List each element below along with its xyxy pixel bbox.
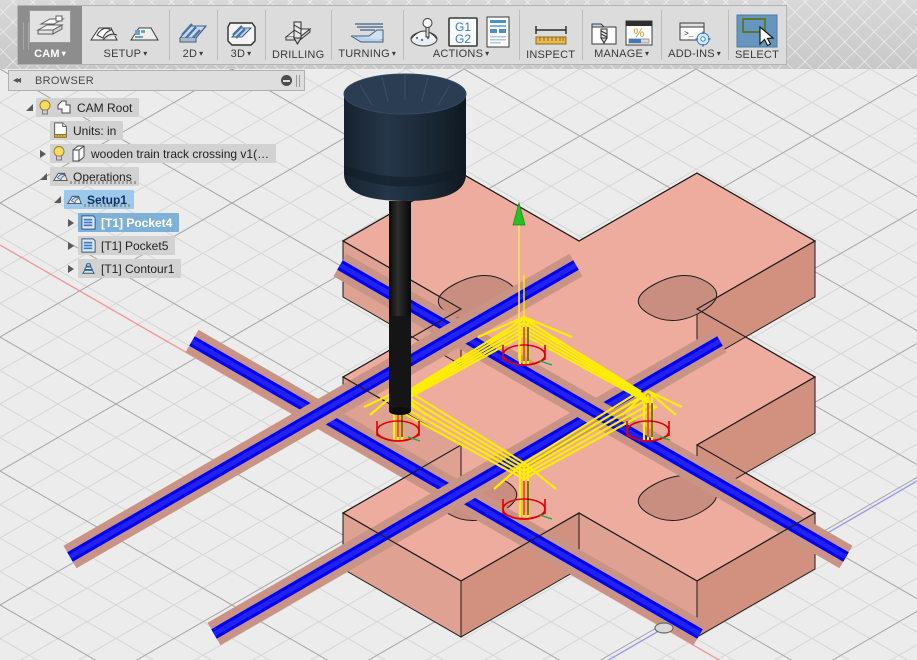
setup-sheet-icon[interactable]: [484, 16, 512, 48]
tree-item-setup1[interactable]: Setup1: [8, 188, 305, 211]
twisty-closed-icon[interactable]: [64, 257, 78, 280]
tree-chip-contour1[interactable]: [T1] Contour1: [78, 259, 182, 278]
milling-2d-icon[interactable]: [176, 20, 210, 48]
tool-library-icon[interactable]: [589, 18, 619, 48]
tree-label-setup1: Setup1: [87, 192, 128, 207]
script-addin-icon[interactable]: >_: [678, 20, 712, 48]
folder-pattern-icon[interactable]: [128, 20, 162, 48]
tree-item-pocket5[interactable]: [T1] Pocket5: [8, 234, 305, 257]
tree-chip-pocket4[interactable]: [T1] Pocket4: [78, 213, 180, 232]
svg-text:>_: >_: [684, 30, 694, 39]
wcs-origin-icon: [654, 622, 674, 634]
units-doc-icon: [54, 122, 67, 138]
setup-folder-icon: [66, 195, 82, 204]
measure-ruler-icon[interactable]: [533, 22, 569, 48]
ribbon-group-drilling-label: DRILLING: [272, 49, 325, 61]
ribbon-group-actions: G1 G2 ACTIONS ▾: [403, 6, 519, 64]
tree-chip-operations[interactable]: Operations: [50, 167, 139, 186]
ribbon-group-addins-label: ADD-INS ▾: [668, 48, 721, 60]
panel-grip-icon[interactable]: [296, 74, 300, 87]
workspace-tab-cam[interactable]: CAM ▾: [18, 6, 82, 64]
tree-label-pocket5: [T1] Pocket5: [101, 238, 169, 253]
pocket-op-icon: [81, 238, 96, 253]
twisty-closed-icon[interactable]: [64, 234, 78, 257]
tree-item-units[interactable]: Units: in: [8, 119, 305, 142]
tree-label-cam-root: CAM Root: [77, 100, 133, 115]
twisty-closed-icon[interactable]: [64, 211, 78, 234]
ribbon-group-actions-label: ACTIONS ▾: [432, 48, 490, 60]
tree-item-model-body[interactable]: wooden train track crossing v1(…: [8, 142, 305, 165]
drilling-icon[interactable]: [281, 20, 315, 48]
ribbon-group-drilling: DRILLING: [265, 6, 331, 64]
ribbon-grip-icon: [23, 22, 29, 50]
browser-collapse-icon[interactable]: ◂◂: [13, 75, 21, 86]
ribbon-group-3d-label: 3D ▾: [230, 48, 252, 60]
ribbon-group-manage-label: MANAGE ▾: [594, 48, 650, 60]
new-setup-icon[interactable]: [89, 20, 123, 48]
ribbon-group-select-label: SELECT: [735, 49, 779, 61]
milling-3d-icon[interactable]: [224, 20, 258, 48]
tree-chip-cam-root[interactable]: CAM Root: [36, 98, 140, 117]
body-cube-icon: [72, 145, 85, 162]
machining-time-percent-icon[interactable]: %: [624, 18, 654, 48]
pocket-op-icon: [81, 215, 96, 230]
tree-item-contour1[interactable]: [T1] Contour1: [8, 257, 305, 280]
ribbon-group-turning: TURNING ▾: [331, 6, 403, 64]
tree-label-model-body: wooden train track crossing v1(…: [91, 146, 270, 161]
ribbon-group-addins: >_ ADD-INS ▾: [661, 6, 728, 64]
ribbon-group-setup-label: SETUP ▾: [103, 48, 148, 60]
twisty-closed-icon[interactable]: [36, 142, 50, 165]
minus-circle-icon[interactable]: [281, 75, 292, 86]
tree-chip-model-body[interactable]: wooden train track crossing v1(…: [50, 144, 277, 163]
browser-panel: ◂◂ BROWSER CAM Root Units: in wooden tra…: [8, 70, 305, 280]
twisty-open-icon[interactable]: [36, 165, 50, 188]
ribbon-group-manage: % MANAGE ▾: [582, 6, 661, 64]
tree-chip-pocket5[interactable]: [T1] Pocket5: [78, 236, 176, 255]
tree-chip-setup1[interactable]: Setup1: [64, 190, 135, 209]
tree-item-cam-root[interactable]: CAM Root: [8, 96, 305, 119]
tree-item-operations[interactable]: Operations: [8, 165, 305, 188]
cam-workspace-icon: [29, 10, 71, 43]
tree-label-contour1: [T1] Contour1: [101, 261, 175, 276]
browser-title: BROWSER: [35, 74, 94, 87]
simulate-icon[interactable]: [410, 18, 442, 48]
fusion360-cam-window: CAM ▾ SETUP ▾ 2D ▾ 3D ▾ DRILLING TURNING…: [0, 0, 917, 660]
contour-op-icon: [81, 263, 96, 274]
ribbon-group-2d: 2D ▾: [169, 6, 217, 64]
ribbon-group-select: SELECT: [728, 6, 786, 64]
turning-icon[interactable]: [349, 20, 385, 48]
tree-label-units: Units: in: [73, 123, 117, 138]
ribbon-group-2d-label: 2D ▾: [182, 48, 204, 60]
browser-tree: CAM Root Units: in wooden train track cr…: [8, 96, 305, 280]
workspace-tab-cam-label: CAM ▾: [34, 48, 66, 60]
ribbon-group-3d: 3D ▾: [217, 6, 265, 64]
setup-folder-icon: [52, 172, 68, 181]
ribbon-toolbar: CAM ▾ SETUP ▾ 2D ▾ 3D ▾ DRILLING TURNING…: [0, 0, 917, 69]
tree-label-operations: Operations: [73, 169, 132, 184]
ribbon-group-turning-label: TURNING ▾: [338, 48, 397, 60]
light-bulb-icon[interactable]: [52, 145, 66, 162]
ribbon-group-setup: SETUP ▾: [82, 6, 169, 64]
ribbon-group-inspect-label: INSPECT: [526, 49, 576, 61]
twisty-open-icon[interactable]: [50, 188, 64, 211]
tree-label-pocket4: [T1] Pocket4: [101, 215, 173, 230]
cam-root-icon: [57, 100, 71, 114]
ribbon-strip: CAM ▾ SETUP ▾ 2D ▾ 3D ▾ DRILLING TURNING…: [17, 5, 787, 65]
tree-item-pocket4[interactable]: [T1] Pocket4: [8, 211, 305, 234]
svg-text:%: %: [634, 26, 645, 40]
twisty-open-icon[interactable]: [22, 96, 36, 119]
post-process-g1g2-icon[interactable]: G1 G2: [447, 16, 479, 48]
browser-header[interactable]: ◂◂ BROWSER: [8, 70, 305, 91]
tree-chip-units[interactable]: Units: in: [50, 121, 124, 140]
light-bulb-icon[interactable]: [38, 99, 52, 116]
select-cursor-icon[interactable]: [736, 14, 778, 48]
ribbon-group-inspect: INSPECT: [519, 6, 582, 64]
svg-text:G2: G2: [455, 32, 471, 46]
